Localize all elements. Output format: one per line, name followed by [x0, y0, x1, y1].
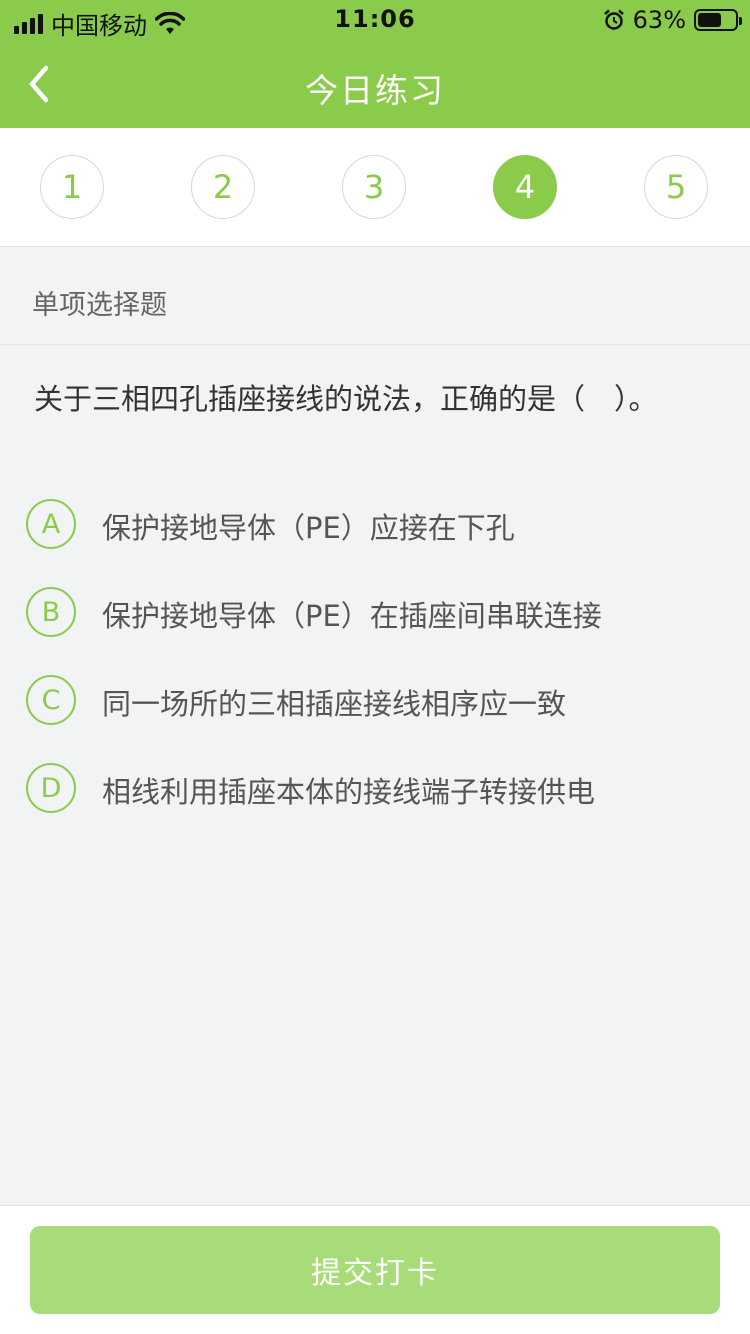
step-5[interactable]: 5: [644, 155, 708, 219]
question-type-row: 单项选择题: [0, 247, 750, 345]
option-letter-d: D: [26, 763, 76, 813]
option-letter-b: B: [26, 587, 76, 637]
step-4[interactable]: 4: [493, 155, 557, 219]
page-title: 今日练习: [305, 71, 445, 110]
option-text-d: 相线利用插座本体的接线端子转接供电: [102, 775, 596, 809]
option-c[interactable]: C 同一场所的三相插座接线相序应一致: [26, 675, 726, 727]
status-right: 63%: [603, 6, 742, 34]
option-b[interactable]: B 保护接地导体（PE）在插座间串联连接: [26, 587, 726, 639]
app-header: 中国移动 11:06 63% 今日练习: [0, 0, 750, 128]
footer-bar: 提交打卡: [0, 1205, 750, 1334]
battery-fill: [698, 13, 721, 27]
option-d[interactable]: D 相线利用插座本体的接线端子转接供电: [26, 763, 726, 815]
battery-tip: [739, 17, 742, 25]
step-2[interactable]: 2: [191, 155, 255, 219]
option-text-a: 保护接地导体（PE）应接在下孔: [102, 511, 515, 545]
alarm-icon: [603, 9, 624, 30]
option-text-c: 同一场所的三相插座接线相序应一致: [102, 687, 567, 721]
question-step-bar: 1 2 3 4 5: [0, 128, 750, 247]
step-3[interactable]: 3: [342, 155, 406, 219]
question-text: 关于三相四孔插座接线的说法，正确的是（ ）。: [34, 382, 658, 416]
battery-icon: [694, 9, 742, 31]
option-a[interactable]: A 保护接地导体（PE）应接在下孔: [26, 499, 726, 551]
option-letter-c: C: [26, 675, 76, 725]
step-1[interactable]: 1: [40, 155, 104, 219]
submit-checkin-button[interactable]: 提交打卡: [30, 1226, 720, 1314]
option-letter-a: A: [26, 499, 76, 549]
option-text-b: 保护接地导体（PE）在插座间串联连接: [102, 599, 602, 633]
battery-percent: 63%: [632, 6, 686, 34]
status-bar: 中国移动 11:06 63%: [0, 0, 750, 40]
question-type-label: 单项选择题: [32, 290, 167, 321]
